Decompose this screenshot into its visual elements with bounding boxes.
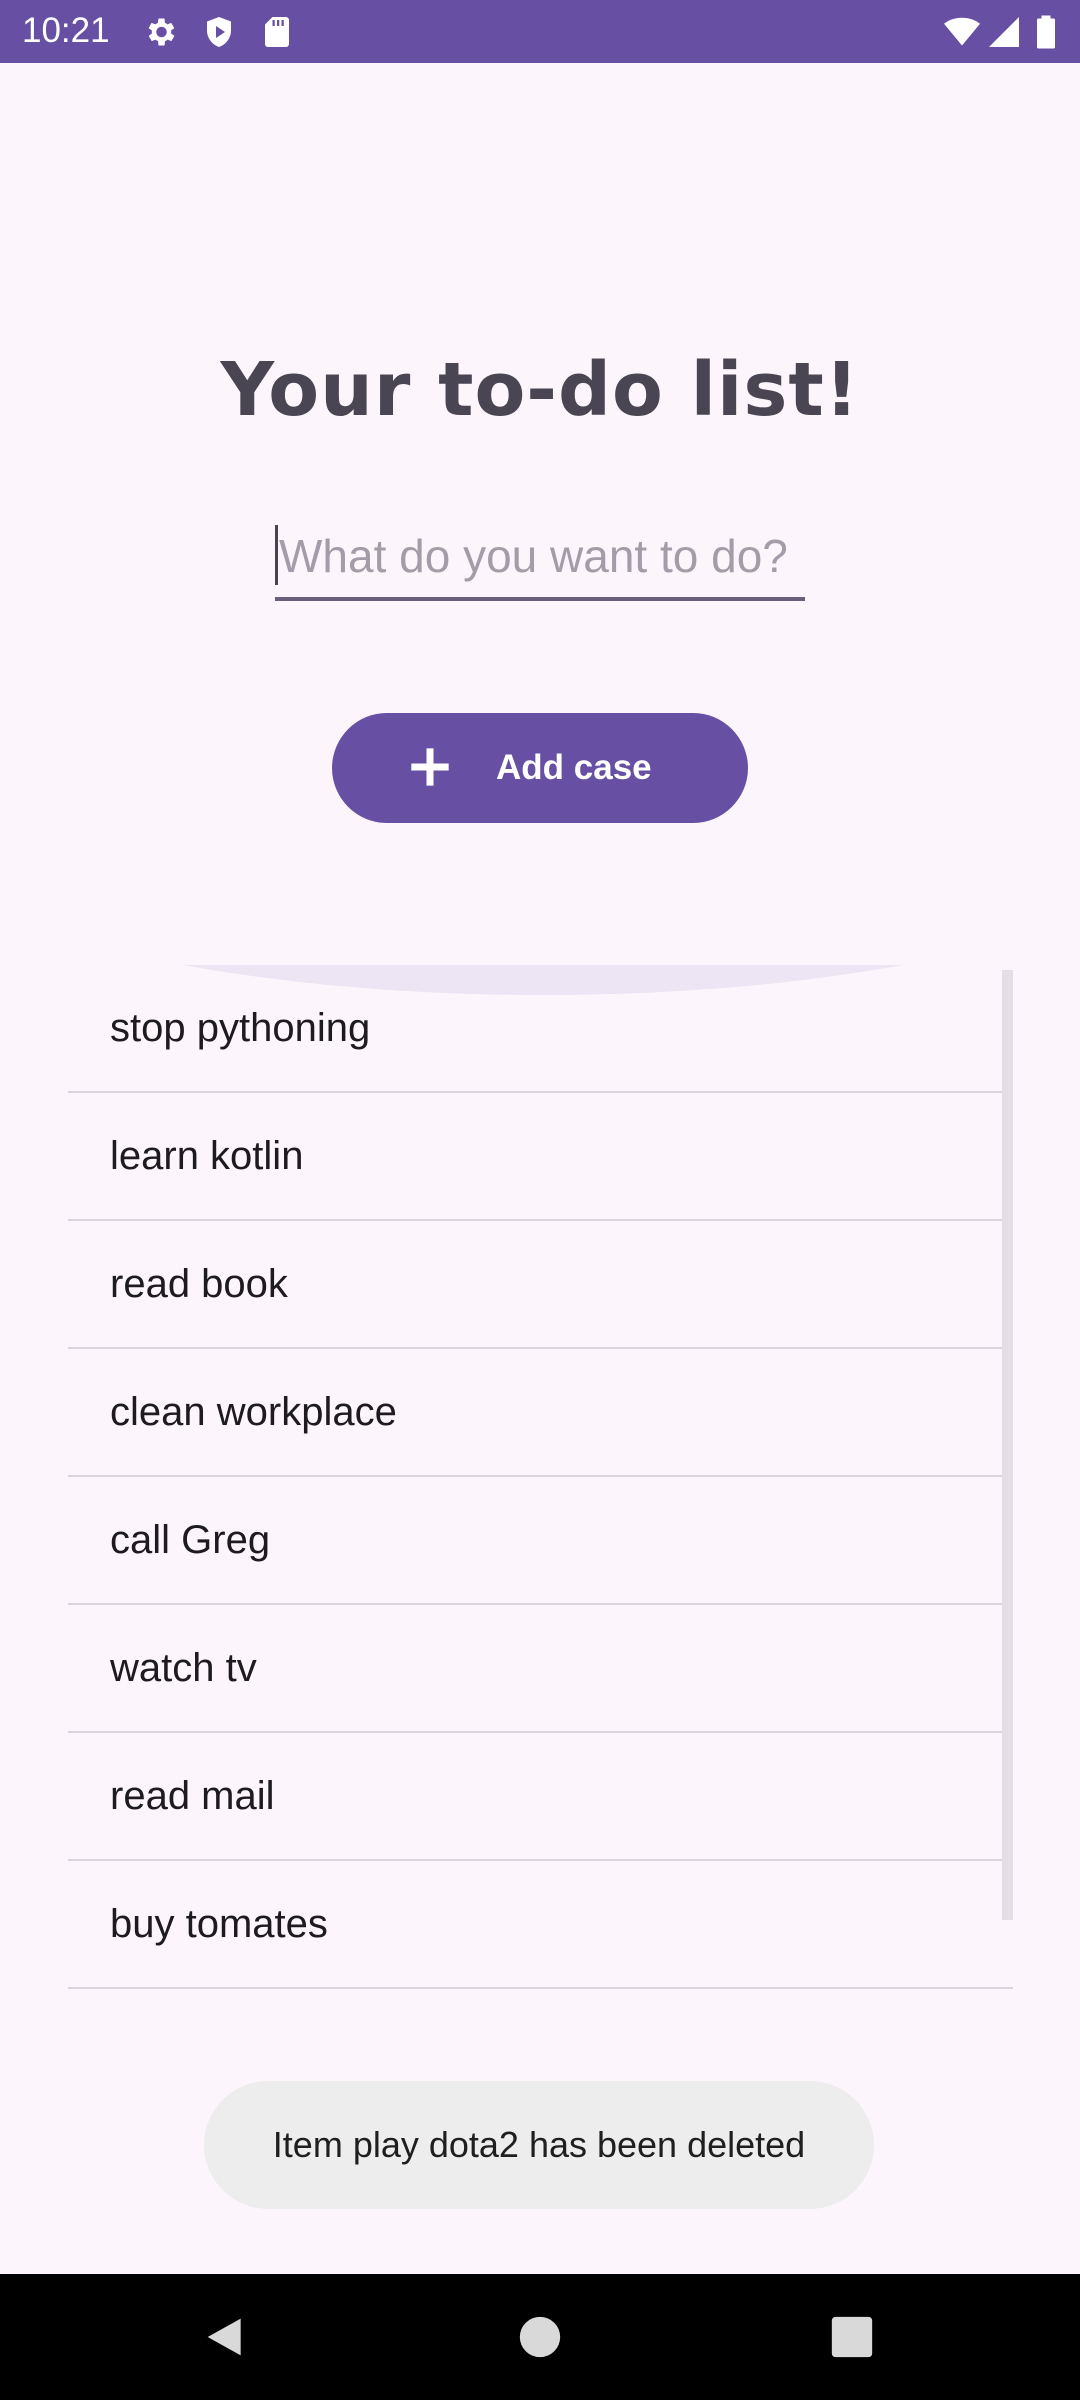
list-item-label: learn kotlin	[110, 1134, 304, 1178]
list-item-label: stop pythoning	[110, 1006, 371, 1050]
page-title: Your to-do list!	[220, 347, 860, 433]
gear-icon	[142, 14, 178, 50]
list-item[interactable]: stop pythoning	[68, 965, 1013, 1093]
todo-list[interactable]: stop pythoning learn kotlin read book cl…	[68, 965, 1013, 1989]
list-scrollbar[interactable]	[1002, 970, 1013, 1920]
text-cursor	[275, 525, 278, 585]
list-item-label: call Greg	[110, 1518, 271, 1562]
plus-icon	[402, 739, 458, 795]
list-item[interactable]: buy tomates	[68, 1861, 1013, 1989]
list-item[interactable]: read mail	[68, 1733, 1013, 1861]
battery-icon	[1034, 14, 1058, 50]
add-case-button[interactable]: Add case	[332, 713, 748, 823]
list-item[interactable]: call Greg	[68, 1477, 1013, 1605]
navigation-bar	[0, 2274, 1080, 2400]
list-item-label: watch tv	[110, 1646, 257, 1690]
recents-icon[interactable]	[830, 2315, 874, 2359]
status-bar: 10:21	[0, 0, 1080, 63]
signal-icon	[986, 14, 1022, 50]
status-time: 10:21	[22, 11, 110, 50]
list-item-label: buy tomates	[110, 1902, 328, 1946]
back-icon[interactable]	[204, 2315, 248, 2359]
shield-icon	[201, 14, 237, 50]
list-item-label: clean workplace	[110, 1390, 397, 1434]
toast-message: Item play dota2 has been deleted	[204, 2081, 874, 2209]
sd-card-icon	[259, 14, 295, 50]
list-item[interactable]: read book	[68, 1221, 1013, 1349]
list-item[interactable]: clean workplace	[68, 1349, 1013, 1477]
wifi-icon	[944, 14, 980, 50]
list-item[interactable]: watch tv	[68, 1605, 1013, 1733]
todo-input-container	[275, 515, 805, 605]
home-icon[interactable]	[518, 2315, 562, 2359]
list-item-label: read book	[110, 1262, 288, 1306]
list-item-label: read mail	[110, 1774, 275, 1818]
todo-input[interactable]	[275, 515, 805, 601]
list-item[interactable]: learn kotlin	[68, 1093, 1013, 1221]
add-case-label: Add case	[496, 748, 652, 787]
